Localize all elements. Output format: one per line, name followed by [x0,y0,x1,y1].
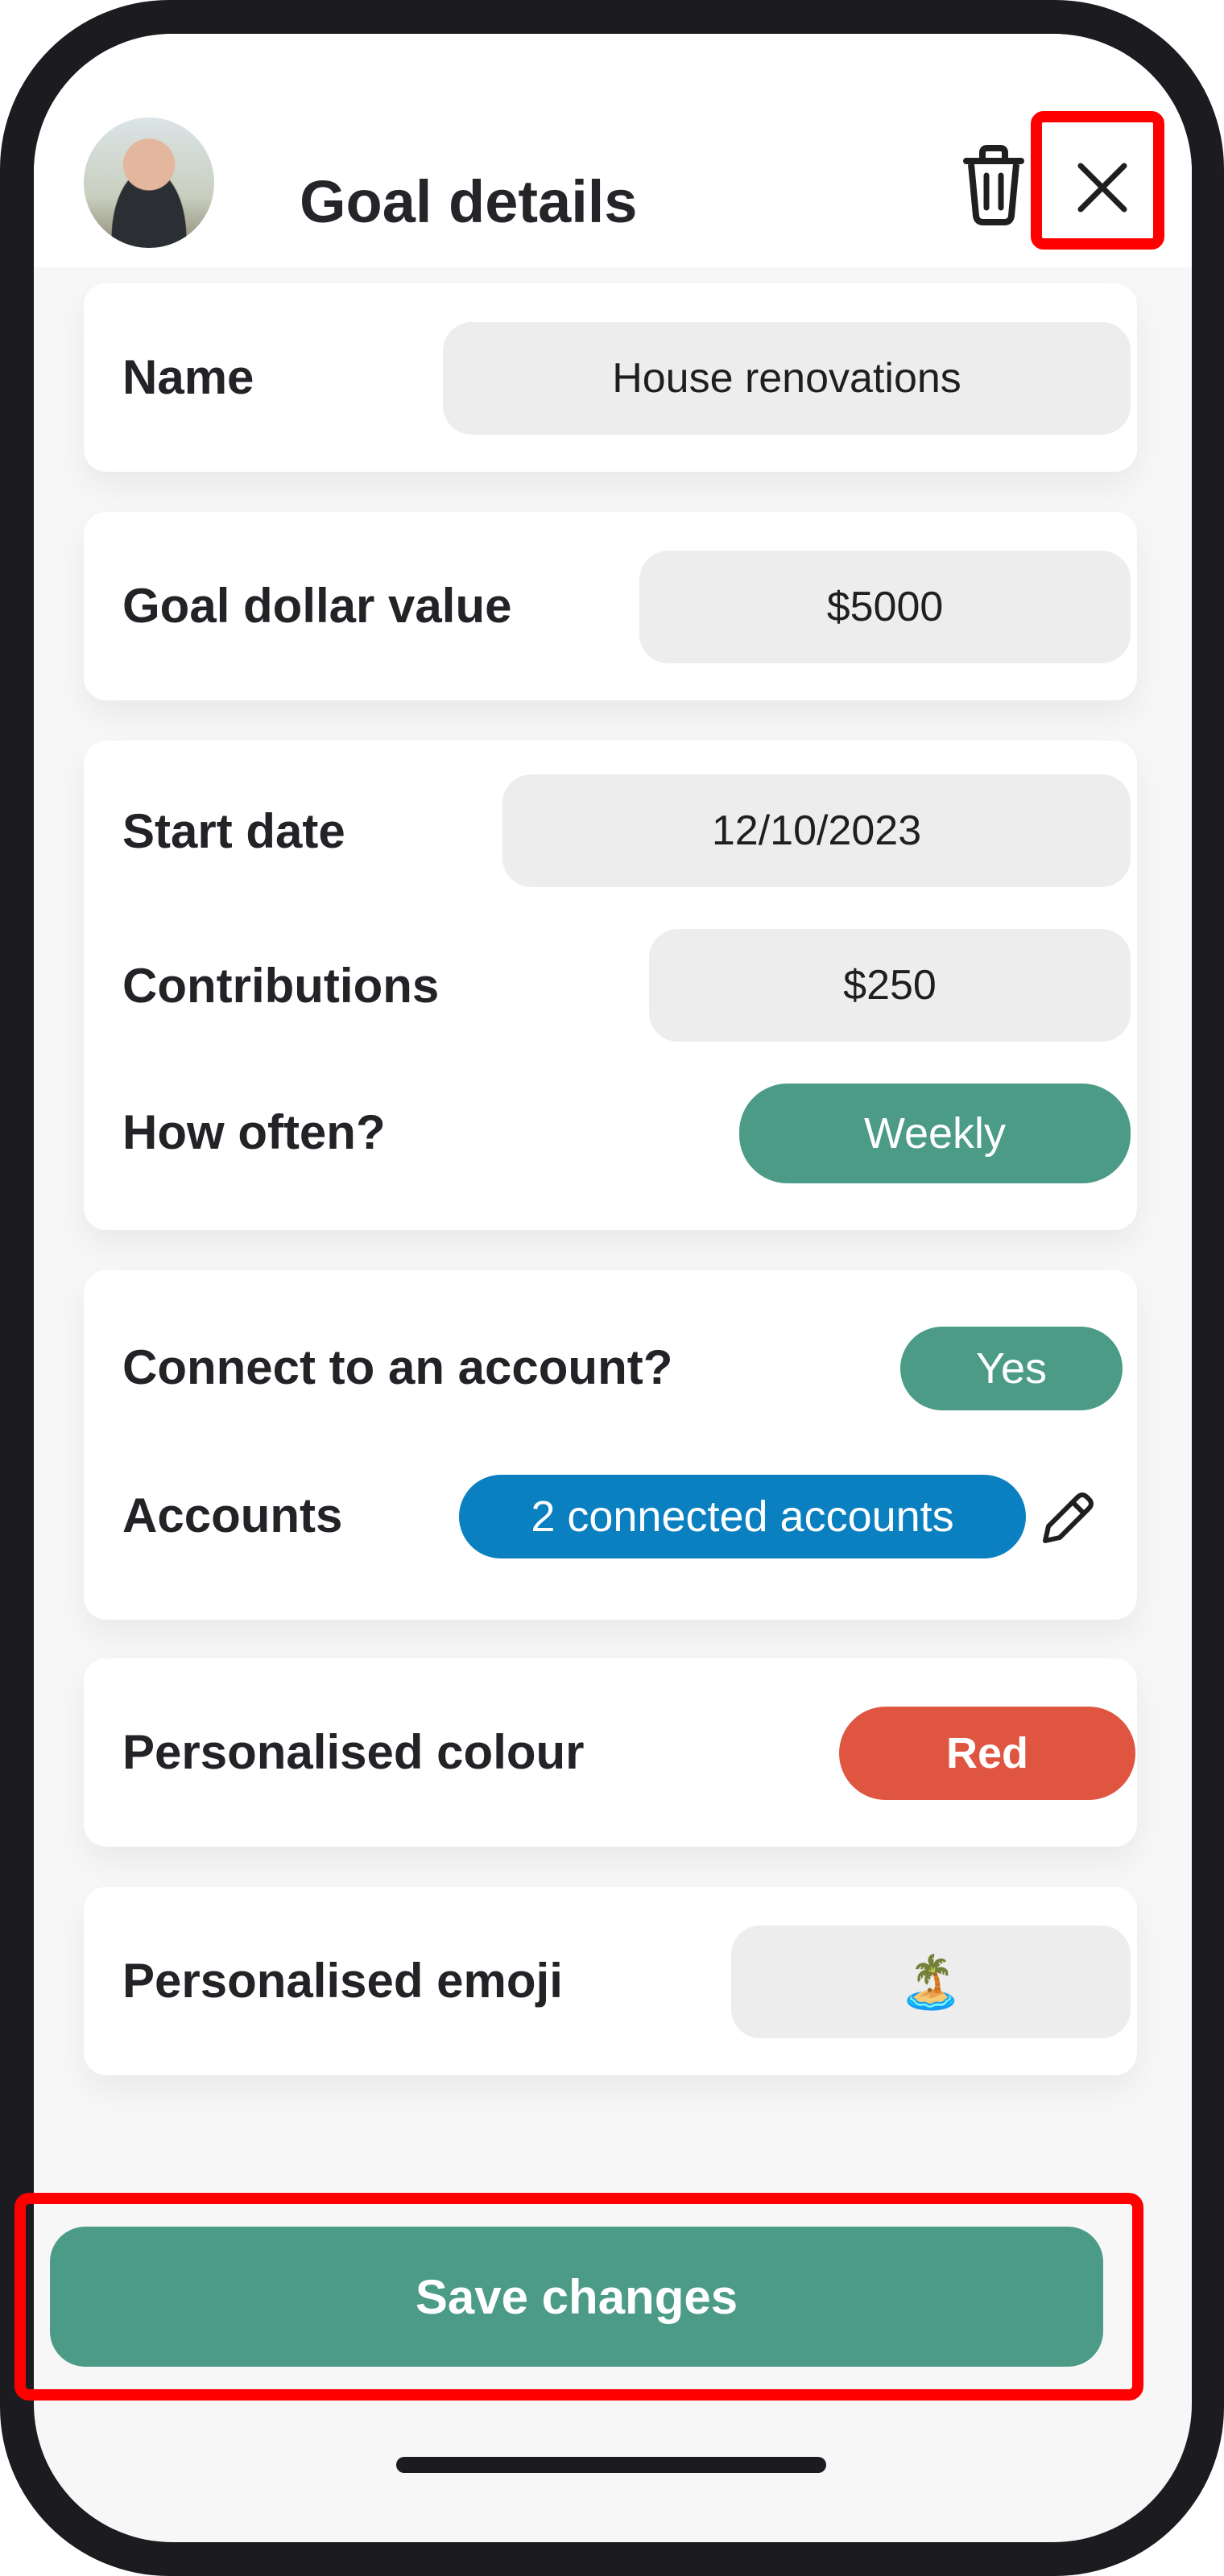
close-button[interactable] [1031,111,1164,250]
how-often-label: How often? [122,1105,386,1159]
close-icon [1077,163,1127,213]
contributions-label: Contributions [122,959,440,1013]
name-input[interactable]: House renovations [443,322,1131,435]
accounts-label: Accounts [122,1488,343,1542]
start-date-input[interactable]: 12/10/2023 [502,774,1131,887]
goal-value-card: Goal dollar value $5000 [84,512,1137,700]
start-date-label: Start date [122,804,345,858]
save-changes-button[interactable]: Save changes [50,2227,1103,2367]
phone-frame: Goal details Name House renovations Goal… [0,0,1224,2576]
app-screen: Goal details Name House renovations Goal… [34,34,1192,2542]
connected-accounts-button[interactable]: 2 connected accounts [459,1475,1026,1558]
pencil-icon[interactable] [1039,1489,1097,1547]
goal-value-label: Goal dollar value [122,579,512,633]
connect-card: Connect to an account? Yes Accounts 2 co… [84,1270,1137,1620]
avatar[interactable] [84,118,214,248]
header: Goal details [34,34,1192,267]
trash-icon[interactable] [958,143,1029,227]
name-label: Name [122,350,254,404]
goal-value-input[interactable]: $5000 [639,551,1131,663]
schedule-card: Start date 12/10/2023 Contributions $250… [84,741,1137,1230]
colour-selector[interactable]: Red [839,1707,1135,1800]
emoji-card: Personalised emoji 🏝️ [84,1887,1137,2075]
contributions-input[interactable]: $250 [649,929,1131,1042]
colour-card: Personalised colour Red [84,1658,1137,1847]
colour-label: Personalised colour [122,1725,585,1779]
home-indicator [396,2457,826,2473]
connect-account-label: Connect to an account? [122,1340,673,1394]
frequency-selector[interactable]: Weekly [739,1084,1131,1183]
name-card: Name House renovations [84,283,1137,472]
emoji-selector[interactable]: 🏝️ [731,1926,1131,2038]
connect-account-toggle[interactable]: Yes [900,1327,1123,1410]
emoji-label: Personalised emoji [122,1954,563,2008]
page-title: Goal details [300,168,638,235]
